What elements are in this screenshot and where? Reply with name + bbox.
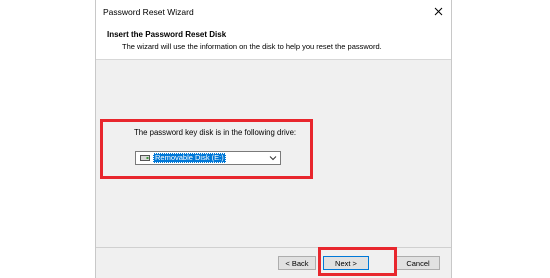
drive-highlight-box (100, 119, 313, 179)
cancel-button[interactable]: Cancel (396, 256, 440, 270)
title-bar: Password Reset Wizard (96, 0, 451, 25)
wizard-header: Insert the Password Reset Disk The wizar… (96, 24, 451, 60)
close-icon (434, 7, 442, 15)
page-title: Insert the Password Reset Disk (107, 30, 227, 39)
page-description: The wizard will use the information on t… (122, 42, 382, 51)
next-highlight-box (318, 247, 397, 276)
window-title: Password Reset Wizard (103, 7, 194, 17)
close-button[interactable] (429, 3, 447, 19)
footer-divider (96, 247, 451, 248)
back-button[interactable]: < Back (278, 256, 316, 270)
